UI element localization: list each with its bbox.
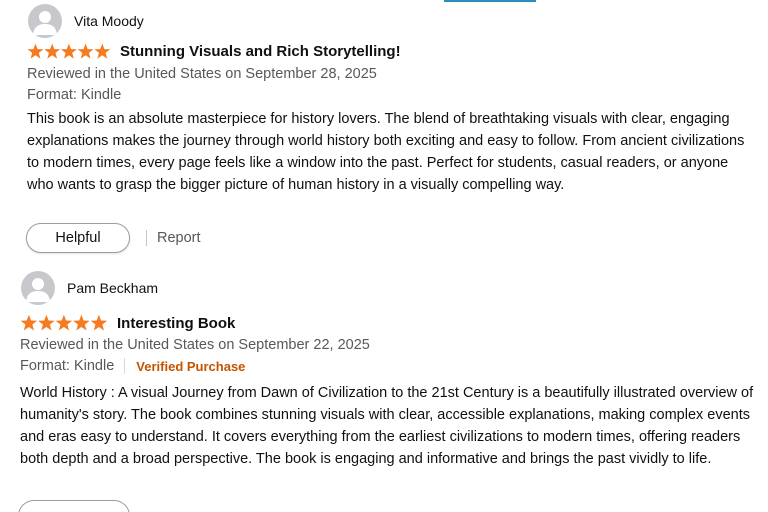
format-divider (124, 358, 126, 374)
avatar (28, 4, 62, 38)
review-date: Reviewed in the United States on Septemb… (20, 337, 370, 353)
top-accent-bar (444, 0, 536, 2)
reviewer-profile[interactable]: Vita Moody (28, 4, 144, 38)
default-avatar-icon (26, 278, 50, 302)
five-stars-icon (27, 43, 111, 59)
reviews-page: Vita Moody Stunning Visuals and Rich Sto… (0, 0, 768, 512)
review-actions: Helpful Report (26, 223, 201, 253)
review-date: Reviewed in the United States on Septemb… (27, 66, 377, 82)
review-title[interactable]: Stunning Visuals and Rich Storytelling! (120, 43, 401, 60)
reviewer-name[interactable]: Vita Moody (74, 13, 144, 29)
review-title[interactable]: Interesting Book (117, 315, 235, 332)
review-body: This book is an absolute masterpiece for… (27, 111, 745, 193)
review-format: Format: Kindle (20, 358, 115, 374)
review-title-row: Stunning Visuals and Rich Storytelling! (27, 43, 401, 60)
helpful-button[interactable]: Helpful (26, 223, 130, 253)
five-stars-icon (20, 314, 108, 331)
review-title-row: Interesting Book (20, 314, 235, 332)
reviewer-name[interactable]: Pam Beckham (67, 280, 158, 296)
format-row: Format: Kindle (27, 87, 121, 103)
star-rating (27, 43, 111, 60)
helpful-button[interactable] (18, 500, 130, 512)
action-divider (146, 230, 147, 246)
review-body: World History : A visual Journey from Da… (20, 385, 754, 467)
review-format: Format: Kindle (27, 87, 122, 103)
report-link[interactable]: Report (157, 230, 201, 246)
avatar (21, 271, 55, 305)
default-avatar-icon (33, 11, 57, 35)
reviewer-profile[interactable]: Pam Beckham (21, 271, 158, 305)
star-rating (20, 314, 108, 332)
verified-purchase-badge[interactable]: Verified Purchase (136, 359, 245, 374)
format-row: Format: Kindle Verified Purchase (20, 358, 245, 374)
